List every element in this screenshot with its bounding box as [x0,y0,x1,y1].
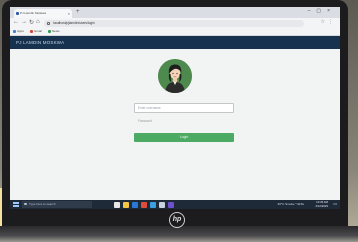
reload-icon[interactable]: ↻ [29,19,34,26]
bookmark-apps[interactable]: Apps [13,29,24,34]
close-tab-icon[interactable]: × [68,9,70,18]
windows-start-icon[interactable] [13,201,19,208]
username-input[interactable] [134,103,234,113]
file-explorer-icon[interactable] [123,201,129,208]
login-button[interactable]: Login [134,133,234,142]
news-icon [48,29,51,33]
bookmark-gmail[interactable]: Gmail [30,29,42,34]
window-controls[interactable]: –▢× [308,8,336,14]
taskbar-clock[interactable]: 10:45 AM 2/12/2023 [315,200,328,208]
address-bar[interactable]: localhost/pjlamdin/users/login [44,19,304,27]
apps-icon [13,29,16,33]
notification-icon[interactable]: ▭ [333,201,337,206]
login-panel: Login [10,49,340,200]
laptop-screen: PJ Lamdin Moskwa × + –▢× ← → ↻ ⌂ localho… [10,7,340,209]
user-avatar-icon [158,59,192,93]
address-bar-url: localhost/pjlamdin/users/login [53,20,95,25]
gmail-icon [30,29,33,33]
lock-icon [47,21,50,25]
browser-menu-icons[interactable]: ☆⋮ [321,19,336,25]
home-icon[interactable]: ⌂ [36,19,40,25]
bookmarks-bar: Apps Gmail News [10,28,340,36]
new-tab-icon[interactable]: + [76,9,80,16]
chrome-icon[interactable] [141,201,147,208]
taskbar-search-input[interactable]: Type here to search [22,201,92,208]
browser-toolbar: ← → ↻ ⌂ localhost/pjlamdin/users/login ☆… [10,18,340,28]
app-title: PJ LAMDIN MOSKWA [16,40,65,45]
clock-date: 2/12/2023 [315,203,328,208]
password-input[interactable] [134,116,234,126]
tab-title: PJ Lamdin Moskwa [20,11,47,15]
edge-icon[interactable] [132,201,138,208]
windows-taskbar: Type here to search 30°C Smoke ^ ENG 10:… [10,200,340,209]
favicon-icon [16,12,19,15]
photo-scene: hp PJ Lamdin Moskwa × + –▢× ← → ↻ ⌂ loca… [0,0,358,242]
browser-tabstrip: PJ Lamdin Moskwa × + –▢× [10,7,340,18]
browser-tab[interactable]: PJ Lamdin Moskwa × [14,9,72,18]
hp-logo: hp [169,212,185,228]
forward-icon[interactable]: → [21,19,27,25]
laptop-base [0,226,358,242]
bookmark-news[interactable]: News [48,29,60,34]
store-icon[interactable] [150,201,156,208]
task-view-icon[interactable] [114,201,120,208]
app-icon[interactable] [168,201,174,208]
mail-icon[interactable] [159,201,165,208]
system-tray[interactable]: 30°C Smoke ^ ENG [278,200,304,209]
back-icon[interactable]: ← [13,19,19,25]
app-header: PJ LAMDIN MOSKWA [10,36,340,49]
search-icon [24,202,27,206]
